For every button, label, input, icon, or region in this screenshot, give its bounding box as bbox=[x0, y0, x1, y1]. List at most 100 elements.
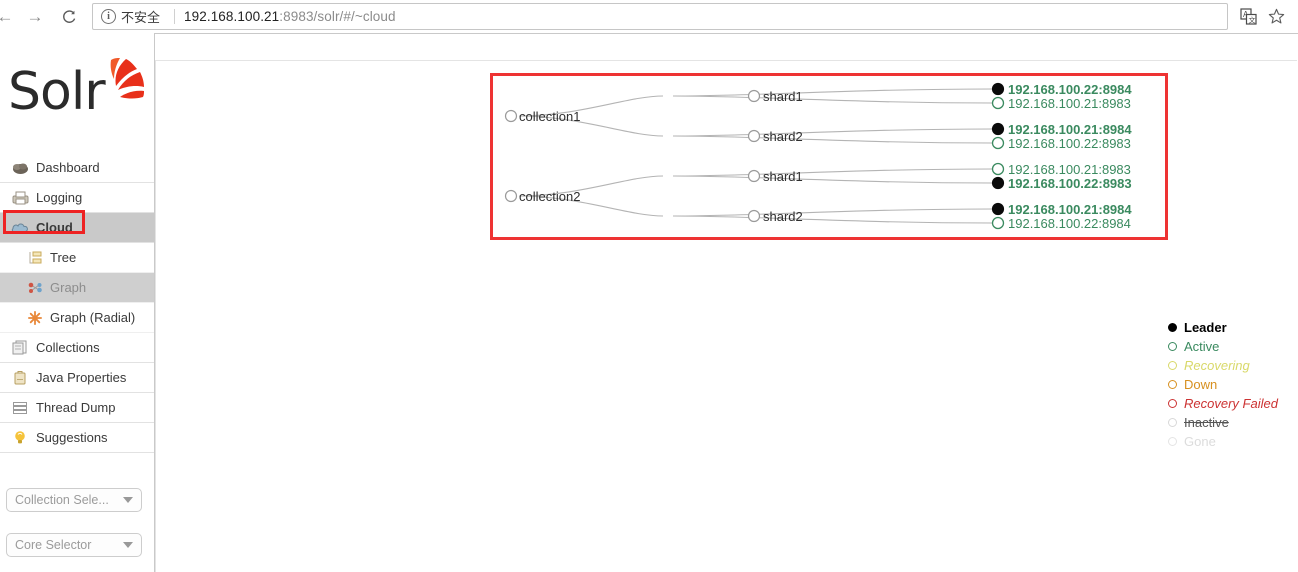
chevron-down-icon bbox=[123, 497, 133, 503]
legend-dot-recovering bbox=[1168, 361, 1177, 370]
replica-node-label: 192.168.100.22:8984 bbox=[1008, 82, 1132, 97]
reload-icon[interactable] bbox=[56, 4, 82, 30]
shard-nodes[interactable]: shard1 shard2 shard1 shard2 bbox=[747, 89, 803, 224]
replica-node-label: 192.168.100.22:8983 bbox=[1008, 136, 1131, 151]
shard-node-circle[interactable] bbox=[747, 209, 761, 223]
replica-node-label: 192.168.100.21:8984 bbox=[1008, 122, 1132, 137]
sidebar-item-label: Thread Dump bbox=[36, 400, 116, 415]
sidebar-item-label: Java Properties bbox=[36, 370, 127, 385]
shard-node-circle[interactable] bbox=[747, 129, 761, 143]
shard-node-label: shard2 bbox=[763, 209, 803, 224]
collection-node-circle[interactable] bbox=[504, 109, 518, 123]
legend-label: Leader bbox=[1184, 320, 1227, 335]
collection-node-label: collection2 bbox=[519, 189, 580, 204]
legend-label: Gone bbox=[1184, 434, 1216, 449]
cloud-icon bbox=[10, 219, 30, 237]
solr-logo: Solr bbox=[8, 58, 144, 130]
replica-node-label: 192.168.100.21:8983 bbox=[1008, 162, 1131, 177]
sidebar-item-graph-radial[interactable]: Graph (Radial) bbox=[0, 303, 154, 333]
sidebar-item-label: Cloud bbox=[36, 220, 73, 235]
sidebar-item-tree[interactable]: Tree bbox=[0, 243, 154, 273]
reload-glyph bbox=[63, 9, 76, 23]
sidebar-item-dashboard[interactable]: Dashboard bbox=[0, 153, 154, 183]
legend-dot-down bbox=[1168, 380, 1177, 389]
tree-icon bbox=[26, 250, 44, 266]
legend-dot-recovery-failed bbox=[1168, 399, 1177, 408]
legend-item-leader: Leader bbox=[1168, 318, 1298, 337]
url-text: 192.168.100.21:8983/solr/#/~cloud bbox=[184, 9, 396, 24]
solr-flame-icon bbox=[110, 58, 144, 99]
core-selector-label: Core Selector bbox=[15, 538, 92, 552]
collection-nodes[interactable]: collection1 collection2 bbox=[504, 109, 581, 204]
sidebar-item-thread-dump[interactable]: Thread Dump bbox=[0, 393, 154, 423]
sidebar-item-collections[interactable]: Collections bbox=[0, 333, 154, 363]
graph-radial-icon bbox=[26, 310, 44, 326]
core-selector[interactable]: Core Selector bbox=[6, 533, 142, 557]
graph-legend: Leader Active Recovering Down Recovery F… bbox=[1168, 318, 1298, 451]
collection-node-circle[interactable] bbox=[504, 189, 518, 203]
address-bar[interactable]: i 不安全 192.168.100.21:8983/solr/#/~cloud bbox=[92, 3, 1228, 30]
legend-dot-active bbox=[1168, 342, 1177, 351]
graph-edges bbox=[518, 88, 994, 224]
chevron-down-icon bbox=[123, 542, 133, 548]
forward-icon[interactable]: → bbox=[22, 4, 48, 30]
sidebar-item-label: Collections bbox=[36, 340, 100, 355]
thread-dump-icon bbox=[10, 399, 30, 417]
sidebar-menu: Dashboard Logging Cloud Tree Graph Graph… bbox=[0, 153, 154, 453]
translate-icon[interactable]: A 文 bbox=[1234, 4, 1262, 30]
legend-label: Recovering bbox=[1184, 358, 1250, 373]
sidebar-item-label: Tree bbox=[50, 250, 77, 265]
back-icon[interactable]: ← bbox=[0, 4, 18, 30]
replica-node-circle-leader[interactable] bbox=[991, 176, 1005, 190]
replica-node-circle[interactable] bbox=[991, 136, 1005, 150]
logging-icon bbox=[10, 189, 30, 207]
legend-item-recovering: Recovering bbox=[1168, 356, 1298, 375]
collections-icon bbox=[10, 339, 30, 357]
replica-node-circle[interactable] bbox=[991, 96, 1005, 110]
replica-node-label: 192.168.100.22:8983 bbox=[1008, 176, 1132, 191]
cloud-graph[interactable]: collection1 collection2 shard1 shard2 sh… bbox=[155, 33, 1298, 572]
replica-node-circle-leader[interactable] bbox=[991, 82, 1005, 96]
legend-label: Active bbox=[1184, 339, 1220, 354]
replica-node-circle-leader[interactable] bbox=[991, 122, 1005, 136]
sidebar: Solr Dashboard Logging Cloud Tree Graph … bbox=[0, 33, 155, 572]
omnibox-divider bbox=[174, 9, 176, 24]
security-label: 不安全 bbox=[121, 10, 161, 25]
toolbar-actions: A 文 bbox=[1234, 4, 1298, 30]
sidebar-item-logging[interactable]: Logging bbox=[0, 183, 154, 213]
star-icon[interactable] bbox=[1262, 4, 1290, 30]
collection-selector[interactable]: Collection Sele... bbox=[6, 488, 142, 512]
replica-node-circle[interactable] bbox=[991, 216, 1005, 230]
legend-label: Inactive bbox=[1184, 415, 1229, 430]
shard-node-label: shard2 bbox=[763, 129, 803, 144]
translate-glyph: A 文 bbox=[1239, 8, 1257, 25]
sidebar-item-label: Logging bbox=[36, 190, 83, 205]
sidebar-item-label: Graph (Radial) bbox=[50, 310, 136, 325]
legend-label: Recovery Failed bbox=[1184, 396, 1278, 411]
replica-node-circle[interactable] bbox=[991, 162, 1005, 176]
browser-toolbar: ← → i 不安全 192.168.100.21:8983/solr/#/~cl… bbox=[0, 0, 1298, 34]
sidebar-item-suggestions[interactable]: Suggestions bbox=[0, 423, 154, 453]
replica-node-label: 192.168.100.22:8984 bbox=[1008, 216, 1131, 231]
legend-dot-inactive bbox=[1168, 418, 1177, 427]
replica-node-circle-leader[interactable] bbox=[991, 202, 1005, 216]
shard-node-label: shard1 bbox=[763, 89, 803, 104]
sidebar-item-label: Graph bbox=[50, 280, 87, 295]
legend-item-recovery-failed: Recovery Failed bbox=[1168, 394, 1298, 413]
shard-node-label: shard1 bbox=[763, 169, 803, 184]
shard-node-circle[interactable] bbox=[747, 89, 761, 103]
legend-dot-gone bbox=[1168, 437, 1177, 446]
sidebar-item-cloud[interactable]: Cloud bbox=[0, 210, 154, 243]
sidebar-item-java-properties[interactable]: Java Properties bbox=[0, 363, 154, 393]
star-glyph bbox=[1268, 8, 1284, 24]
suggestions-icon bbox=[10, 429, 30, 447]
sidebar-item-graph[interactable]: Graph bbox=[0, 273, 154, 303]
security-chip[interactable]: i 不安全 bbox=[97, 7, 166, 26]
legend-item-gone: Gone bbox=[1168, 432, 1298, 451]
replica-nodes[interactable]: 192.168.100.22:8984 192.168.100.21:8983 … bbox=[991, 82, 1133, 231]
sidebar-item-label: Suggestions bbox=[36, 430, 108, 445]
legend-dot-leader bbox=[1168, 323, 1177, 332]
sidebar-item-label: Dashboard bbox=[36, 160, 100, 175]
shard-node-circle[interactable] bbox=[747, 169, 761, 183]
collection-node-label: collection1 bbox=[519, 109, 580, 124]
